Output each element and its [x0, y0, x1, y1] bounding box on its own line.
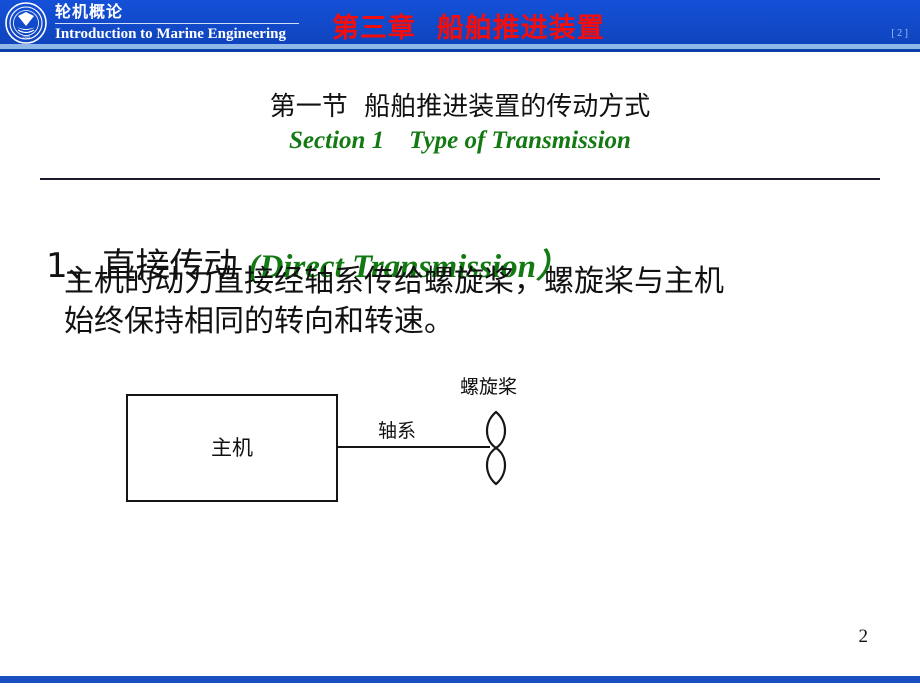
brand-block: 轮机概论 Introduction to Marine Engineering [55, 2, 305, 44]
propeller-label: 螺旋桨 [460, 376, 518, 398]
footer-bar [0, 676, 920, 683]
university-emblem-icon: 1909 [4, 2, 48, 44]
slide-index-badge: [ 2 ] [891, 28, 908, 39]
transmission-diagram: 主机 轴系 螺旋桨 [0, 360, 920, 530]
shaft-line-shape [338, 446, 490, 448]
section-title-en: Section 1 Type of Transmission [289, 127, 631, 154]
chapter-title: 第三章 船舶推进装置 [332, 13, 605, 44]
header-underline-dark [0, 49, 920, 52]
brand-title-cn: 轮机概论 [55, 2, 124, 21]
body-paragraph: 主机的动力直接经轴系传给螺旋桨，螺旋桨与主机 始终保持相同的转向和转速。 [64, 262, 894, 342]
section-title-cn: 第一节 船舶推进装置的传动方式 [269, 92, 651, 122]
brand-title-en: Introduction to Marine Engineering [55, 26, 286, 42]
shaft-label: 轴系 [378, 420, 417, 442]
brand-divider [55, 23, 299, 24]
section-divider [40, 178, 880, 180]
svg-text:1909: 1909 [22, 35, 30, 40]
engine-box-label: 主机 [211, 436, 253, 460]
body-line-2: 始终保持相同的转向和转速。 [64, 304, 454, 339]
propeller-icon [476, 410, 516, 486]
body-line-1: 主机的动力直接经轴系传给螺旋桨，螺旋桨与主机 [64, 264, 724, 299]
page-number: 2 [858, 626, 869, 647]
